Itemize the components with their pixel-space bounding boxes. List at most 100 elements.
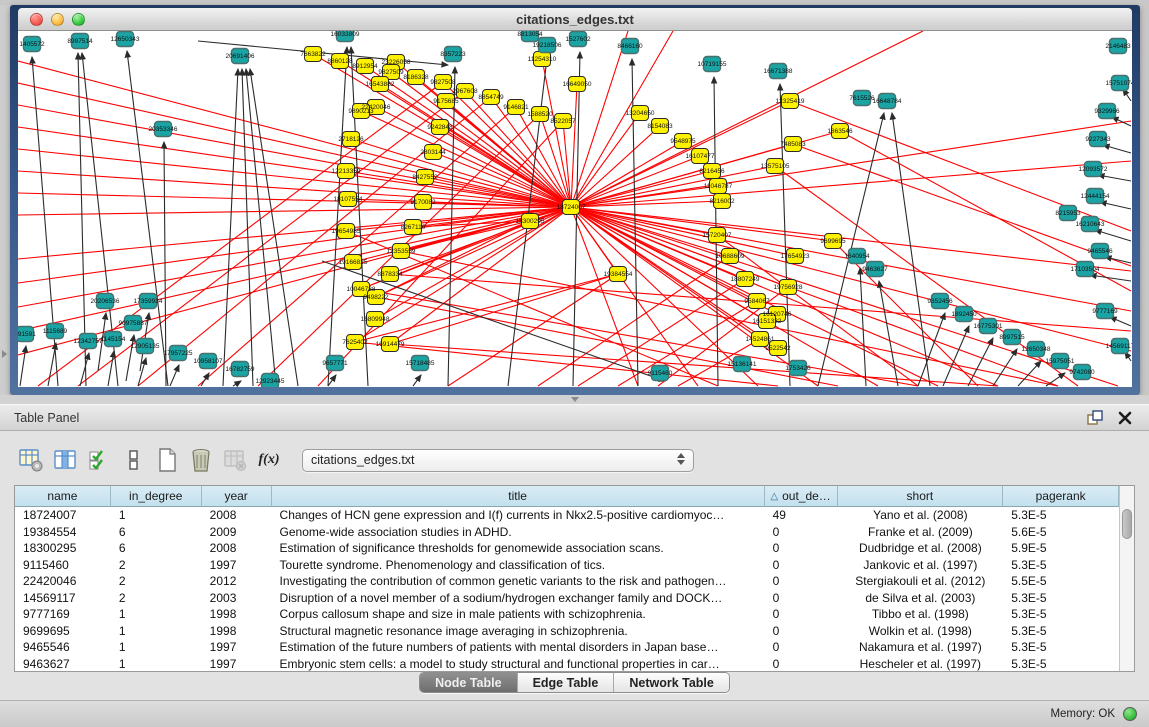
select-rows-button[interactable] (84, 445, 114, 475)
cell-name: 14569117 (15, 590, 111, 607)
float-panel-icon[interactable] (1087, 410, 1103, 426)
edge-black[interactable] (170, 365, 179, 386)
cell-pagerank: 5.3E-5 (1003, 507, 1119, 524)
graph-node-label: 2967608 (452, 88, 478, 95)
edge-black[interactable] (138, 358, 146, 386)
graph-node-label: 9777169 (1092, 308, 1118, 315)
edge-red[interactable] (571, 166, 775, 207)
graph-node-label: 9175685 (433, 98, 459, 105)
column-header-in_degree[interactable]: in_degree (111, 486, 202, 507)
edge-black[interactable] (993, 349, 1017, 386)
edge-black[interactable] (328, 375, 336, 386)
table-row[interactable]: 911546021997Tourette syndrome. Phenomeno… (15, 557, 1119, 574)
edge-black[interactable] (108, 351, 114, 386)
table-row[interactable]: 1830029562008Estimation of significance … (15, 540, 1119, 557)
edge-red[interactable] (571, 207, 1131, 351)
graph-node-label: 8357223 (440, 51, 466, 58)
splitter-collapse-icon[interactable] (2, 350, 7, 358)
cell-in_degree: 1 (111, 623, 202, 640)
edge-black[interactable] (1098, 175, 1131, 181)
edge-black[interactable] (1046, 373, 1065, 386)
vertical-scrollbar[interactable] (1119, 486, 1134, 671)
edge-black[interactable] (126, 335, 134, 381)
edge-black[interactable] (127, 51, 168, 386)
column-header-out_de[interactable]: △out_de… (765, 486, 838, 507)
edge-red[interactable] (18, 61, 571, 207)
edge-black[interactable] (892, 113, 930, 386)
network-canvas[interactable]: 7663822886012889129542322605898275098186… (18, 31, 1132, 387)
status-bar: Memory: OK (0, 700, 1149, 727)
edge-black[interactable] (1103, 145, 1131, 153)
edge-red[interactable] (793, 144, 1131, 266)
edge-black[interactable] (48, 343, 56, 386)
edge-black[interactable] (233, 381, 241, 386)
column-header-short[interactable]: short (838, 486, 1004, 507)
function-builder-button[interactable]: f(x) (254, 445, 284, 475)
horizontal-splitter[interactable] (0, 395, 1149, 404)
edge-black[interactable] (20, 346, 26, 386)
scrollbar-thumb[interactable] (1122, 509, 1132, 539)
edge-black[interactable] (328, 47, 347, 386)
edge-red[interactable] (448, 274, 618, 386)
edge-black[interactable] (250, 69, 298, 386)
graph-node-label: 18807249 (731, 276, 760, 283)
edge-red[interactable] (571, 161, 1131, 207)
delete-table-disabled-icon (222, 447, 248, 473)
graph-node-label: 9465546 (1087, 248, 1113, 255)
table-row[interactable]: 2242004622012Investigating the contribut… (15, 573, 1119, 590)
column-header-year[interactable]: year (202, 486, 272, 507)
edge-black[interactable] (860, 268, 866, 386)
new-document-button[interactable] (152, 445, 182, 475)
edge-black[interactable] (1095, 230, 1131, 241)
edge-black[interactable] (1100, 202, 1131, 209)
edge-red[interactable] (571, 207, 1058, 386)
edge-red[interactable] (390, 274, 618, 344)
table-header-row: namein_degreeyeartitle△out_de…shortpager… (15, 486, 1119, 507)
edge-black[interactable] (201, 373, 209, 386)
table-source-select[interactable]: citations_edges.txt (302, 449, 694, 472)
edge-red[interactable] (571, 84, 577, 207)
table-settings-button[interactable] (16, 445, 46, 475)
column-header-title[interactable]: title (272, 486, 765, 507)
column-header-name[interactable]: name (15, 486, 111, 507)
table-row[interactable]: 1938455462009Genome-wide association stu… (15, 524, 1119, 541)
cell-short: Dudbridge et al. (2008) (838, 540, 1004, 557)
edge-red[interactable] (571, 141, 683, 207)
edge-red[interactable] (571, 31, 923, 207)
edge-red[interactable] (18, 207, 571, 307)
tab-node-table[interactable]: Node Table (420, 673, 517, 692)
network-window[interactable]: citations_edges.txt 76638228860128891295… (10, 5, 1140, 395)
edge-black[interactable] (1105, 257, 1131, 263)
graph-node-label: 8267110 (401, 224, 426, 231)
table-row[interactable]: 946554611997Estimation of the future num… (15, 639, 1119, 656)
column-header-pagerank[interactable]: pagerank (1003, 486, 1119, 507)
edge-red[interactable] (443, 82, 571, 207)
delete-table-button-disabled[interactable] (220, 445, 250, 475)
edge-black[interactable] (413, 375, 421, 386)
table-row[interactable]: 1456911722003Disruption of a novel membe… (15, 590, 1119, 607)
edge-red[interactable] (18, 207, 571, 215)
table-row[interactable]: 1872400712008Changes of HCN gene express… (15, 507, 1119, 524)
edge-black[interactable] (246, 69, 276, 386)
table-row[interactable]: 946362711997Embryonic stem cells: a mode… (15, 656, 1119, 672)
left-splitter[interactable] (0, 5, 10, 395)
network-window-titlebar[interactable]: citations_edges.txt (18, 8, 1132, 31)
close-panel-icon[interactable] (1117, 410, 1133, 426)
show-columns-button[interactable] (50, 445, 80, 475)
delete-rows-button[interactable] (186, 445, 216, 475)
row-height-button[interactable] (118, 445, 148, 475)
network-graph[interactable]: 7663822886012889129542322605898275098186… (18, 31, 1132, 387)
edge-red[interactable] (538, 256, 730, 386)
edge-black[interactable] (1110, 317, 1131, 326)
table-row[interactable]: 969969511998Structural magnetic resonanc… (15, 623, 1119, 640)
cell-out_de: 0 (765, 639, 838, 656)
cell-pagerank: 5.3E-5 (1003, 606, 1119, 623)
cell-name: 18724007 (15, 507, 111, 524)
splitter-grip-icon[interactable] (571, 397, 579, 402)
tab-network-table[interactable]: Network Table (614, 673, 729, 692)
edge-black[interactable] (943, 326, 969, 386)
graph-node-label: 9242848 (427, 124, 453, 131)
tab-edge-table[interactable]: Edge Table (518, 673, 615, 692)
table-row[interactable]: 977716911998Corpus callosum shape and si… (15, 606, 1119, 623)
edge-black[interactable] (242, 69, 253, 386)
